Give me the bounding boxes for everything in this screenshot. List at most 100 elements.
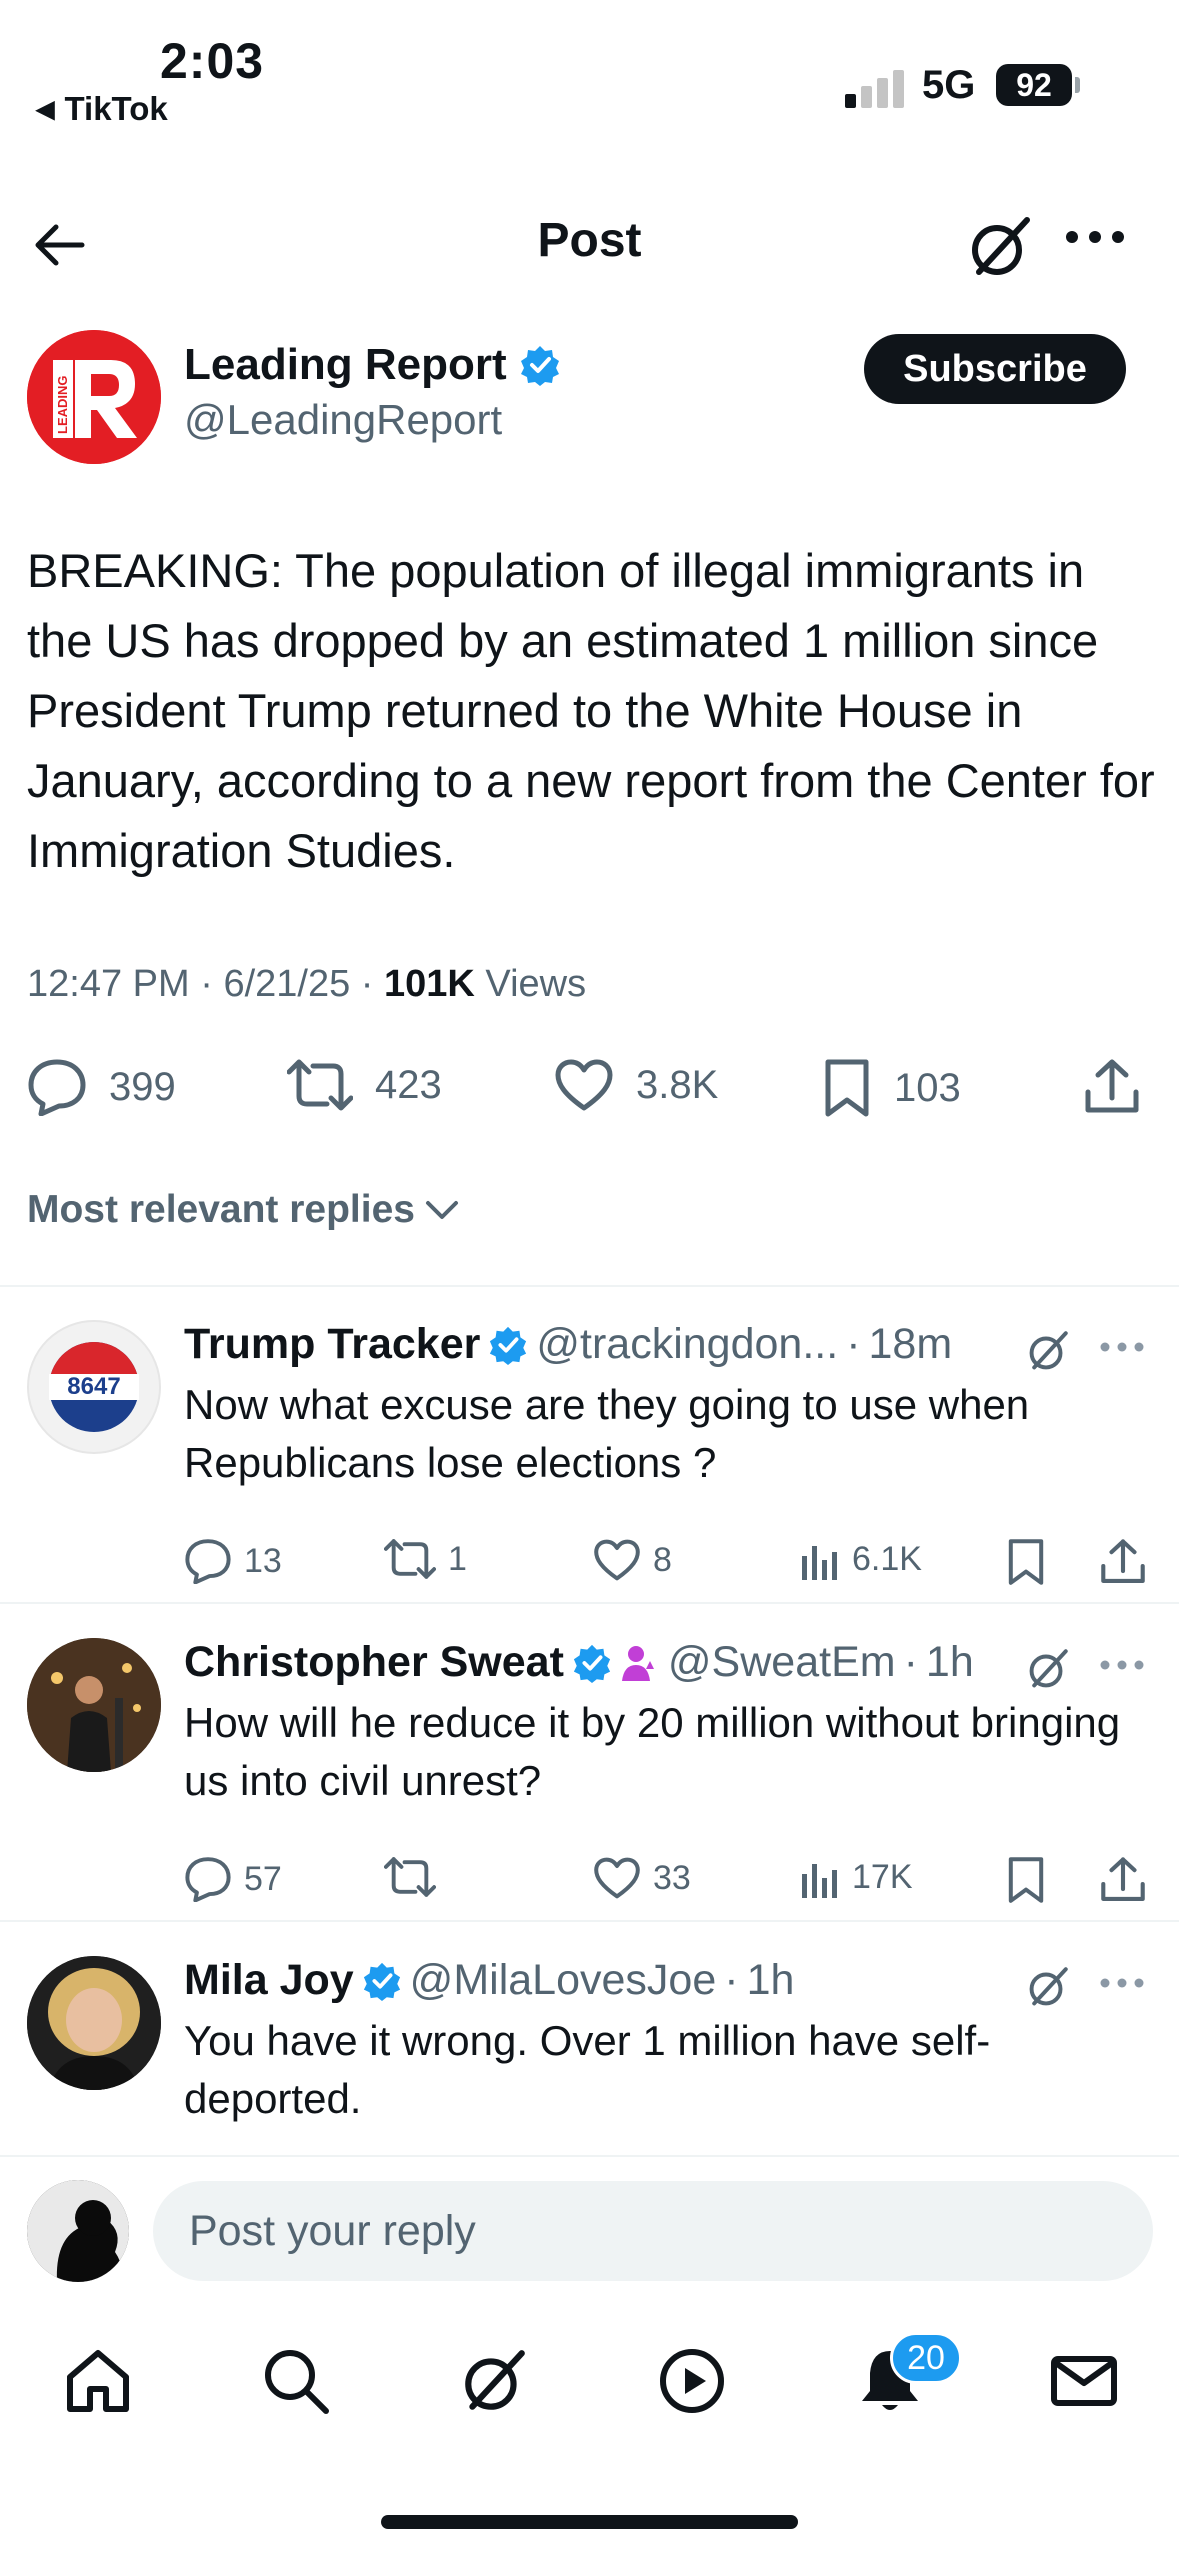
- divider: [0, 1602, 1179, 1604]
- like-count: 33: [653, 1858, 691, 1897]
- more-options-icon[interactable]: [1065, 230, 1125, 244]
- reply-views-action[interactable]: 17K: [800, 1856, 913, 1898]
- more-options-icon[interactable]: [1100, 1978, 1144, 1988]
- reply-count: 57: [244, 1859, 282, 1898]
- reply-author-name[interactable]: Christopher Sweat: [184, 1638, 564, 1687]
- divider: [0, 1920, 1179, 1922]
- person-badge-icon: [620, 1643, 660, 1683]
- reply-author-handle[interactable]: @MilaLovesJoe: [410, 1956, 717, 2005]
- heart-icon: [593, 1538, 641, 1582]
- more-options-icon[interactable]: [1100, 1342, 1144, 1352]
- reply-reply-action[interactable]: 57: [184, 1856, 282, 1902]
- avatar-logo-text: LEADING: [55, 376, 70, 435]
- reply-header: Trump Tracker @trackingdon... · 18m: [184, 1320, 952, 1369]
- heart-icon: [554, 1058, 614, 1112]
- reply-share-action[interactable]: [1100, 1538, 1146, 1586]
- like-count: 3.8K: [636, 1062, 719, 1107]
- repost-icon: [384, 1856, 436, 1898]
- author-handle[interactable]: @LeadingReport: [184, 396, 502, 444]
- reply-text: You have it wrong. Over 1 million have s…: [184, 2017, 991, 2122]
- back-arrow-icon[interactable]: [30, 215, 90, 275]
- grok-icon: [458, 2345, 530, 2417]
- grok-icon[interactable]: [1025, 1646, 1071, 1692]
- reply-avatar[interactable]: 8647: [27, 1320, 161, 1454]
- post-views-label: Views: [485, 963, 587, 1005]
- post-meta: 12:47 PM · 6/21/25 · 101K Views: [27, 963, 587, 1005]
- separator-dot: ·: [903, 1638, 918, 1686]
- back-to-app[interactable]: ◀ TikTok: [36, 90, 168, 128]
- analytics-bars-icon: [800, 1538, 840, 1580]
- reply-reply-action[interactable]: 13: [184, 1538, 282, 1584]
- reply-like-action[interactable]: 8: [593, 1538, 672, 1582]
- home-icon: [62, 2345, 134, 2417]
- reply-like-action[interactable]: 33: [593, 1856, 691, 1900]
- reply-author-name[interactable]: Mila Joy: [184, 1956, 354, 2005]
- current-user-avatar[interactable]: [27, 2180, 129, 2282]
- reply-input[interactable]: [153, 2181, 1153, 2281]
- author-name: Leading Report: [184, 340, 507, 389]
- reply-icon: [184, 1856, 232, 1902]
- post-date: 6/21/25: [223, 963, 351, 1005]
- author-name-row[interactable]: Leading Report: [184, 340, 561, 390]
- reply-share-action[interactable]: [1100, 1856, 1146, 1904]
- reply-repost-action[interactable]: 1: [384, 1538, 467, 1580]
- post-views-count: 101K: [384, 963, 475, 1005]
- author-avatar[interactable]: LEADING: [27, 330, 161, 464]
- reply-avatar[interactable]: [27, 1956, 161, 2090]
- home-indicator[interactable]: [381, 2515, 798, 2529]
- grok-icon[interactable]: [1025, 1964, 1071, 2010]
- tab-video[interactable]: [656, 2345, 728, 2417]
- views-count: 6.1K: [852, 1539, 922, 1578]
- divider: [0, 1285, 1179, 1287]
- replies-sort-dropdown[interactable]: Most relevant replies: [27, 1188, 459, 1232]
- signal-icon: [845, 70, 907, 108]
- mail-icon: [1048, 2345, 1120, 2417]
- reply-repost-action[interactable]: [384, 1856, 436, 1898]
- analytics-bars-icon: [800, 1856, 840, 1898]
- separator-dot: ·: [724, 1956, 739, 2004]
- back-app-label: TikTok: [64, 90, 168, 127]
- battery-icon: 92: [996, 64, 1080, 106]
- reply-avatar[interactable]: [27, 1638, 161, 1772]
- views-count: 17K: [852, 1857, 913, 1896]
- reply-time: 1h: [925, 1638, 974, 1686]
- grok-icon[interactable]: [1025, 1328, 1071, 1374]
- repost-action[interactable]: 423: [287, 1058, 442, 1112]
- reply-views-action[interactable]: 6.1K: [800, 1538, 922, 1580]
- tab-search[interactable]: [260, 2345, 332, 2417]
- network-type: 5G: [922, 63, 976, 107]
- share-action[interactable]: [1084, 1058, 1140, 1116]
- more-options-icon[interactable]: [1100, 1660, 1144, 1670]
- reply-bookmark-action[interactable]: [1006, 1856, 1046, 1904]
- avatar-badge-text: 8647: [67, 1373, 120, 1400]
- chevron-down-icon: [425, 1199, 459, 1221]
- bookmark-count: 103: [894, 1065, 961, 1110]
- bookmark-icon: [1006, 1856, 1046, 1904]
- play-icon: [656, 2345, 728, 2417]
- reply-bookmark-action[interactable]: [1006, 1538, 1046, 1586]
- verified-badge-icon: [519, 344, 561, 386]
- grok-icon[interactable]: [965, 212, 1035, 282]
- post-time: 12:47 PM: [27, 963, 190, 1005]
- reply-author-handle[interactable]: @trackingdon...: [536, 1320, 838, 1369]
- reply-author-name[interactable]: Trump Tracker: [184, 1320, 480, 1369]
- share-icon: [1100, 1856, 1146, 1904]
- reply-action[interactable]: 399: [27, 1058, 176, 1116]
- bookmark-action[interactable]: 103: [822, 1058, 961, 1118]
- like-action[interactable]: 3.8K: [554, 1058, 718, 1112]
- replies-sort-label: Most relevant replies: [27, 1188, 415, 1231]
- reply-header: Christopher Sweat @SweatEm · 1h: [184, 1638, 974, 1687]
- heart-icon: [593, 1856, 641, 1900]
- repost-icon: [384, 1538, 436, 1580]
- reply-author-handle[interactable]: @SweatEm: [668, 1638, 896, 1687]
- verified-badge-icon: [572, 1643, 612, 1683]
- subscribe-button[interactable]: Subscribe: [864, 334, 1126, 404]
- tab-messages[interactable]: [1048, 2345, 1120, 2417]
- tab-grok[interactable]: [458, 2345, 530, 2417]
- tab-home[interactable]: [62, 2345, 134, 2417]
- reply-text: How will he reduce it by 20 million with…: [184, 1699, 1121, 1804]
- reply-icon: [27, 1058, 87, 1116]
- back-triangle-icon: ◀: [36, 95, 55, 123]
- reply-header: Mila Joy @MilaLovesJoe · 1h: [184, 1956, 794, 2005]
- verified-badge-icon: [488, 1325, 528, 1365]
